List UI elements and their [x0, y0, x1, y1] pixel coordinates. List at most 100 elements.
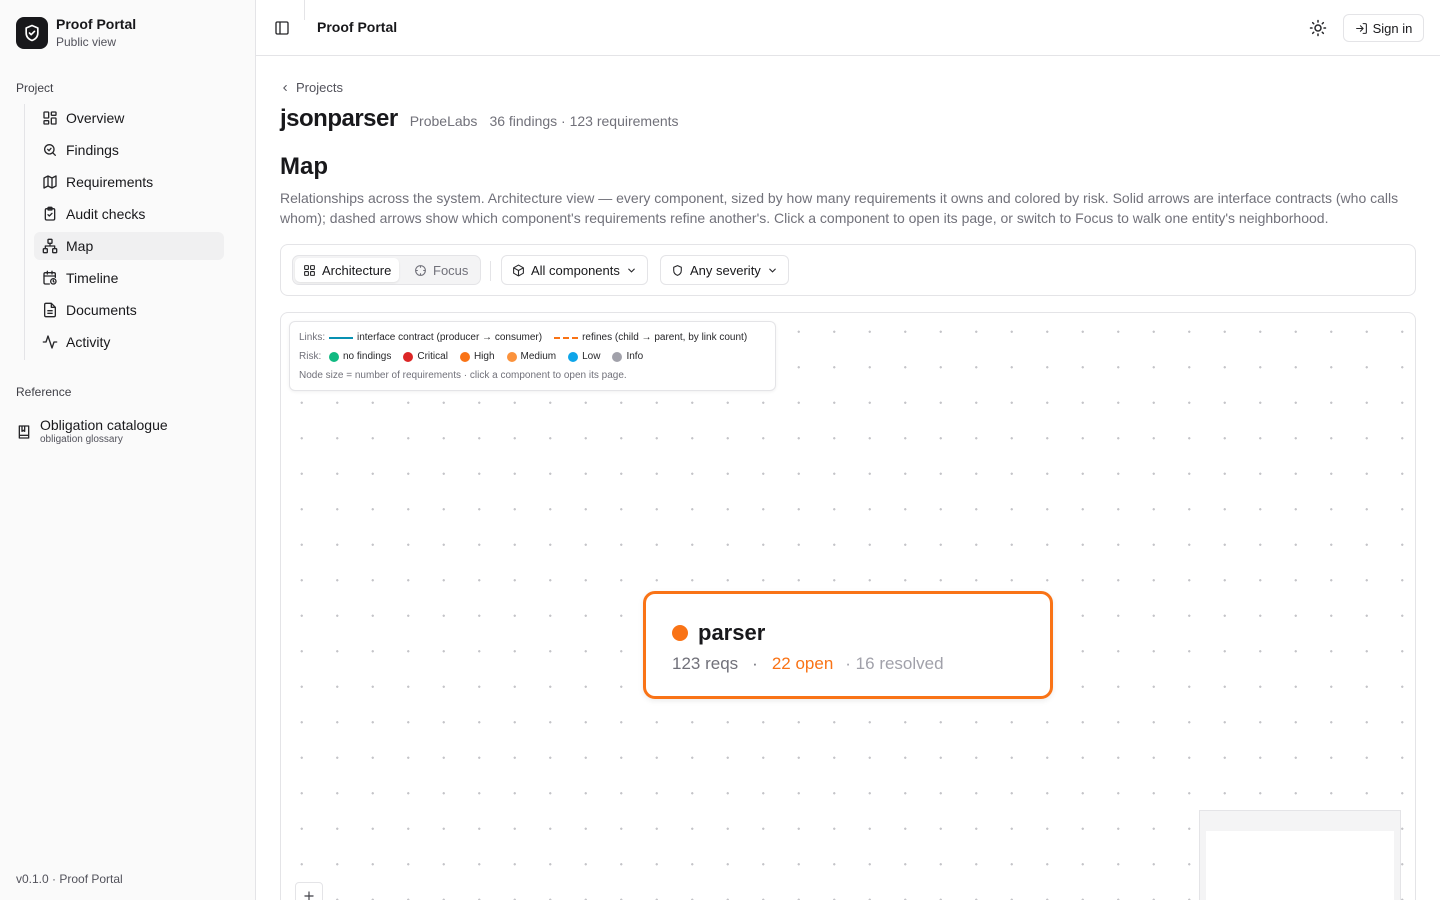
grid-icon [43, 111, 57, 125]
header-divider [304, 0, 305, 20]
component-resolved-findings: · 16 resolved [845, 654, 944, 673]
stats-separator: · [752, 654, 758, 673]
sidebar-item-activity[interactable]: Activity [34, 328, 224, 356]
legend-risk-label-text: Info [626, 351, 644, 362]
box-icon [513, 264, 524, 276]
project-name: jsonparser [280, 105, 398, 132]
chevron-down-icon [768, 268, 776, 273]
legend-note: Node size = number of requirements · cli… [299, 370, 627, 381]
book-icon [18, 425, 30, 439]
focus-view-button[interactable]: Focus [406, 258, 476, 282]
page-title: Map [280, 153, 328, 180]
component-stats: 123 reqs · 22 open · 16 resolved [672, 654, 944, 674]
map-legend: Links: interface contract (producer → co… [289, 321, 776, 391]
dashed-line-swatch [554, 336, 579, 339]
legend-risk-label: Risk: [299, 351, 322, 362]
project-org: ProbeLabs [409, 113, 478, 129]
sidebar-item-documents[interactable]: Documents [34, 296, 224, 324]
project-header: jsonparser ProbeLabs 36 findings · 123 r… [280, 105, 679, 133]
map-toolbar: Architecture Focus All components Any se… [280, 244, 1416, 296]
search-icon [44, 144, 56, 156]
risk-dot [568, 351, 579, 362]
grid-icon [304, 264, 315, 276]
components-filter-value: All components [531, 262, 620, 278]
brand[interactable]: Proof Portal Public view [16, 16, 136, 50]
theme-toggle-button[interactable] [1306, 16, 1330, 40]
brand-subtitle: Public view [56, 35, 117, 49]
sidebar-item-label: Map [66, 238, 94, 254]
sidebar-item-requirements[interactable]: Requirements [34, 168, 224, 196]
architecture-view-button[interactable]: Architecture [295, 258, 400, 282]
severity-filter-value: Any severity [690, 262, 761, 278]
reference-section-label: Reference [16, 385, 72, 399]
top-header: Proof Portal Sign in [256, 0, 1440, 56]
chevron-down-icon [628, 268, 635, 273]
sidebar-item-label: Findings [66, 142, 119, 158]
sidebar: Proof Portal Public view Project Overvie… [0, 0, 256, 900]
sign-in-label: Sign in [1372, 20, 1413, 36]
legend-risk-label-text: no findings [343, 351, 392, 362]
legend-link-dashed-label: refines (child → parent, by link count) [582, 332, 748, 343]
project-nav: Overview Findings Requirements Audit che… [24, 104, 224, 360]
reference-item-subtitle: obligation glossary [40, 434, 123, 445]
risk-dot [459, 351, 470, 362]
sidebar-item-label: Activity [66, 334, 111, 350]
chevron-left-icon [283, 84, 287, 91]
activity-icon [42, 335, 58, 349]
legend-link-solid: interface contract (producer → consumer) [329, 332, 542, 343]
breadcrumb-projects-link[interactable]: Projects [296, 80, 343, 95]
sidebar-item-audit-checks[interactable]: Audit checks [34, 200, 224, 228]
clipboard-check-icon [44, 206, 56, 221]
project-section-label: Project [16, 81, 54, 95]
file-text-icon [44, 302, 56, 318]
legend-risk-medium: Medium [506, 351, 557, 362]
sidebar-item-findings[interactable]: Findings [34, 136, 224, 164]
breadcrumb[interactable]: Projects [280, 80, 343, 95]
severity-filter-dropdown[interactable]: Any severity [660, 255, 789, 285]
legend-risk-label-text: Critical [417, 351, 448, 362]
risk-indicator-dot [672, 625, 688, 641]
calendar-clock-icon [43, 270, 57, 285]
sidebar-item-label: Documents [66, 302, 137, 318]
sidebar-item-label: Audit checks [66, 206, 146, 222]
map-icon [43, 175, 57, 189]
components-filter-dropdown[interactable]: All components [501, 255, 648, 285]
legend-risk-high: High [459, 351, 495, 362]
sidebar-toggle-button[interactable] [272, 18, 292, 38]
crosshair-icon [415, 264, 426, 276]
main-content: Projects jsonparser ProbeLabs 36 finding… [256, 57, 1440, 900]
component-node-parser[interactable]: parser 123 reqs · 22 open · 16 resolved [643, 591, 1053, 699]
view-mode-toggle: Architecture Focus [292, 255, 481, 285]
header-title: Proof Portal [317, 19, 398, 35]
legend-links-row: Links: interface contract (producer → co… [299, 332, 759, 343]
sun-icon [1309, 19, 1327, 37]
legend-risk-none: no findings [329, 351, 391, 362]
panel-left-icon [275, 21, 289, 35]
focus-view-label: Focus [433, 262, 469, 278]
legend-risk-low: Low [568, 351, 600, 362]
zoom-in-button[interactable] [295, 882, 323, 900]
legend-risk-info: Info [612, 351, 643, 362]
legend-links-label: Links: [299, 332, 326, 343]
sidebar-item-label: Overview [66, 110, 125, 126]
sidebar-item-label: Requirements [66, 174, 154, 190]
legend-risk-label-text: Medium [520, 351, 557, 362]
legend-risk-label-text: High [473, 351, 495, 362]
minimap[interactable] [1199, 810, 1401, 900]
toolbar-divider [490, 261, 491, 281]
brand-title: Proof Portal [56, 16, 137, 32]
sidebar-item-overview[interactable]: Overview [34, 104, 224, 132]
risk-dot [403, 351, 414, 362]
reference-item-title: Obligation catalogue [40, 417, 168, 433]
sidebar-item-timeline[interactable]: Timeline [34, 264, 224, 292]
component-open-findings: 22 open [771, 654, 834, 673]
solid-line-swatch [329, 336, 353, 339]
sidebar-item-obligation-catalogue[interactable]: Obligation catalogue obligation glossary [16, 416, 168, 446]
project-meta: 36 findings · 123 requirements [489, 113, 679, 129]
sign-in-button[interactable]: Sign in [1343, 14, 1424, 42]
shield-icon [673, 264, 682, 276]
minimap-viewport[interactable] [1206, 831, 1394, 900]
map-canvas[interactable]: Links: interface contract (producer → co… [280, 312, 1416, 900]
shield-check-logo-icon [16, 17, 48, 49]
sidebar-item-map[interactable]: Map [34, 232, 224, 260]
